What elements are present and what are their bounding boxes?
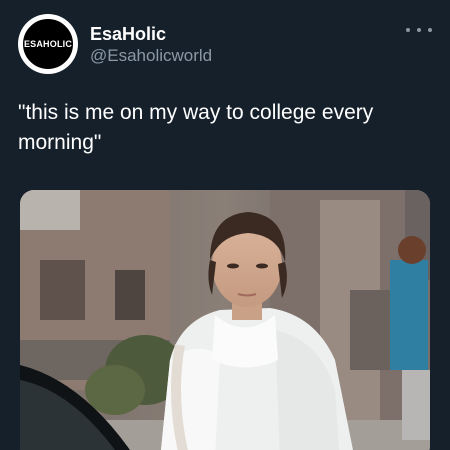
tweet-card[interactable]: ESAHOLIC EsaHolic @Esaholicworld "this i… (0, 0, 450, 450)
more-horizontal-icon-dot (417, 28, 421, 32)
more-options-button[interactable] (406, 20, 432, 40)
photo-illustration (20, 190, 430, 450)
tweet-media-photo[interactable] (20, 190, 430, 450)
tweet-text: "this is me on my way to college every m… (18, 101, 374, 154)
author-display-name[interactable]: EsaHolic (90, 24, 166, 45)
more-horizontal-icon (406, 28, 410, 32)
avatar-logo-text: ESAHOLIC (23, 39, 73, 49)
author-handle[interactable]: @Esaholicworld (90, 46, 212, 66)
avatar-logo: ESAHOLIC (21, 17, 75, 71)
avatar[interactable]: ESAHOLIC (18, 14, 78, 74)
more-horizontal-icon-dot (428, 28, 432, 32)
